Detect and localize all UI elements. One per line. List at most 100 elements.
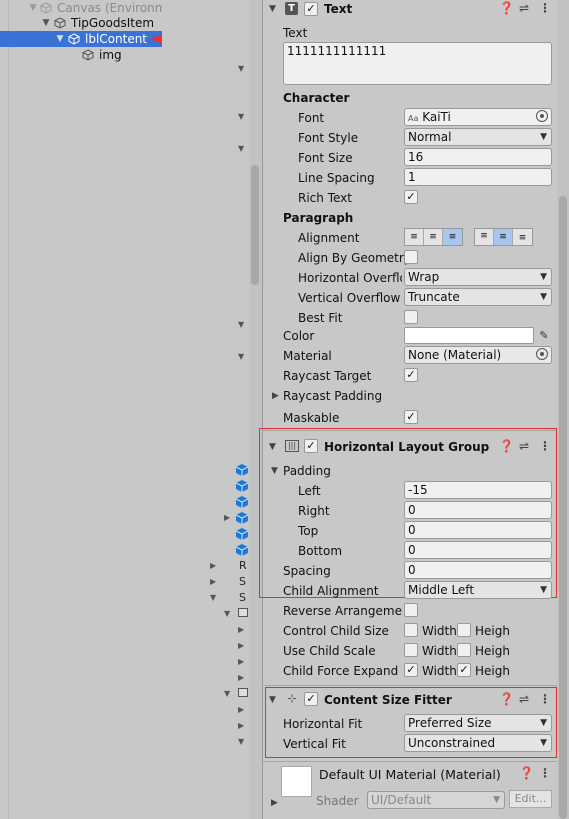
reverse-arrangement-checkbox[interactable] xyxy=(404,603,418,617)
shader-dropdown[interactable]: UI/Default ▼ xyxy=(367,791,505,809)
expand-arrow-icon[interactable]: ▼ xyxy=(224,609,230,618)
expand-arrow-icon[interactable]: ▼ xyxy=(41,15,51,31)
fold-arrow-icon[interactable]: ▼ xyxy=(238,64,244,73)
expand-arrow-icon[interactable]: ▶ xyxy=(238,721,244,730)
control-child-size-height-checkbox[interactable] xyxy=(457,623,471,637)
vertical-fit-dropdown[interactable]: Unconstrained ▼ xyxy=(404,734,552,752)
preset-icon[interactable]: ⇌ xyxy=(519,1,529,15)
raycast-target-checkbox[interactable]: ✓ xyxy=(404,368,418,382)
help-icon[interactable]: ❓ xyxy=(499,1,514,15)
vertical-overflow-label: Vertical Overflow xyxy=(298,291,401,305)
align-right-icon[interactable]: ≡ xyxy=(443,229,462,245)
content-size-fitter-enabled-checkbox[interactable]: ✓ xyxy=(304,692,318,706)
component-fold-arrow-icon[interactable]: ▼ xyxy=(269,4,276,14)
middle-scrollbar-thumb[interactable] xyxy=(251,165,259,285)
align-bottom-icon[interactable]: ≡ xyxy=(513,229,532,245)
horizontal-fit-dropdown[interactable]: Preferred Size ▼ xyxy=(404,714,552,732)
expand-arrow-icon[interactable]: ▶ xyxy=(210,577,216,586)
middle-scrollbar[interactable] xyxy=(249,0,262,819)
more-options-icon[interactable]: ⋮ xyxy=(539,692,551,706)
child-alignment-value: Middle Left xyxy=(408,583,475,597)
font-field[interactable]: Aa KaiTi xyxy=(404,108,552,126)
expand-arrow-icon[interactable]: ▼ xyxy=(210,593,216,602)
padding-right-field[interactable]: 0 xyxy=(404,501,552,519)
expand-arrow-icon[interactable]: ▶ xyxy=(238,625,244,634)
text-content-area[interactable]: 1111111111111 xyxy=(283,42,552,85)
layout-group-enabled-checkbox[interactable]: ✓ xyxy=(304,439,318,453)
hierarchy-row-lblcontent[interactable]: ▼ lblContent xyxy=(0,31,162,47)
rich-text-checkbox[interactable]: ✓ xyxy=(404,190,418,204)
fold-arrow-icon[interactable]: ▼ xyxy=(238,112,244,121)
width-label: Width xyxy=(422,624,457,638)
child-alignment-dropdown[interactable]: Middle Left ▼ xyxy=(404,581,552,599)
best-fit-checkbox[interactable] xyxy=(404,310,418,324)
use-child-scale-label: Use Child Scale xyxy=(283,644,376,658)
hierarchy-row-img[interactable]: img xyxy=(0,47,162,63)
preset-icon[interactable]: ⇌ xyxy=(519,692,529,706)
align-left-icon[interactable]: ≡ xyxy=(405,229,424,245)
expand-arrow-icon[interactable]: ▶ xyxy=(272,391,279,401)
font-style-dropdown[interactable]: Normal ▼ xyxy=(404,128,552,146)
text-component-icon: T xyxy=(285,2,298,15)
spacing-field[interactable]: 0 xyxy=(404,561,552,579)
padding-left-field[interactable]: -15 xyxy=(404,481,552,499)
use-child-scale-height-checkbox[interactable] xyxy=(457,643,471,657)
help-icon[interactable]: ❓ xyxy=(499,692,514,706)
use-child-scale-width-checkbox[interactable] xyxy=(404,643,418,657)
object-picker-icon[interactable] xyxy=(536,348,548,360)
help-icon[interactable]: ❓ xyxy=(519,766,534,780)
material-preview-thumbnail xyxy=(281,766,312,797)
maskable-checkbox[interactable]: ✓ xyxy=(404,410,418,424)
expand-arrow-icon[interactable]: ▼ xyxy=(238,737,244,746)
more-options-icon[interactable]: ⋮ xyxy=(539,1,551,15)
hierarchy-row-canvas[interactable]: ▼ Canvas (Environm xyxy=(0,0,162,16)
expand-arrow-icon[interactable]: ▶ xyxy=(210,561,216,570)
expand-arrow-icon[interactable]: ▼ xyxy=(55,31,65,47)
vertical-overflow-dropdown[interactable]: Truncate ▼ xyxy=(404,288,552,306)
fold-arrow-icon[interactable]: ▼ xyxy=(238,352,244,361)
expand-arrow-icon[interactable]: ▼ xyxy=(28,0,38,16)
preset-icon[interactable]: ⇌ xyxy=(519,439,529,453)
object-picker-icon[interactable] xyxy=(536,110,548,122)
eyedropper-icon[interactable]: ✎ xyxy=(536,327,552,344)
padding-top-field[interactable]: 0 xyxy=(404,521,552,539)
child-force-expand-height-checkbox[interactable]: ✓ xyxy=(457,663,471,677)
expand-arrow-icon[interactable]: ▶ xyxy=(238,641,244,650)
expand-arrow-icon[interactable]: ▶ xyxy=(271,798,278,808)
expand-arrow-icon[interactable]: ▶ xyxy=(238,705,244,714)
padding-bottom-field[interactable]: 0 xyxy=(404,541,552,559)
hierarchy-guide-line xyxy=(8,0,9,819)
line-spacing-field[interactable]: 1 xyxy=(404,168,552,186)
align-center-icon[interactable]: ≡ xyxy=(424,229,443,245)
help-icon[interactable]: ❓ xyxy=(499,439,514,453)
inspector-scrollbar-thumb[interactable] xyxy=(559,196,567,819)
spacing-label: Spacing xyxy=(283,564,331,578)
edit-shader-button[interactable]: Edit... xyxy=(509,790,552,808)
text-enabled-checkbox[interactable]: ✓ xyxy=(304,2,318,16)
more-options-icon[interactable]: ⋮ xyxy=(539,766,551,780)
expand-arrow-icon[interactable]: ▶ xyxy=(238,657,244,666)
child-force-expand-width-checkbox[interactable]: ✓ xyxy=(404,663,418,677)
horizontal-overflow-dropdown[interactable]: Wrap ▼ xyxy=(404,268,552,286)
align-top-icon[interactable]: ≡ xyxy=(475,229,494,245)
font-size-field[interactable]: 16 xyxy=(404,148,552,166)
expand-arrow-icon[interactable]: ▼ xyxy=(271,466,278,476)
align-by-geometry-checkbox[interactable] xyxy=(404,250,418,264)
dropdown-caret-icon: ▼ xyxy=(540,132,547,142)
expand-arrow-icon[interactable]: ▼ xyxy=(224,689,230,698)
vertical-fit-label: Vertical Fit xyxy=(283,737,346,751)
expand-arrow-icon[interactable]: ▶ xyxy=(224,513,230,522)
hierarchy-row-tipgoodsitem[interactable]: ▼ TipGoodsItem xyxy=(0,15,162,31)
control-child-size-width-checkbox[interactable] xyxy=(404,623,418,637)
component-fold-arrow-icon[interactable]: ▼ xyxy=(269,442,276,452)
fold-arrow-icon[interactable]: ▼ xyxy=(238,144,244,153)
more-options-icon[interactable]: ⋮ xyxy=(539,439,551,453)
material-title: Default UI Material (Material) xyxy=(319,767,501,782)
expand-arrow-icon[interactable]: ▶ xyxy=(238,673,244,682)
unity-editor: ▼ Canvas (Environm ▼ TipGoodsItem ▼ lblC… xyxy=(0,0,569,819)
material-field[interactable]: None (Material) xyxy=(404,346,552,364)
fold-arrow-icon[interactable]: ▼ xyxy=(238,320,244,329)
component-fold-arrow-icon[interactable]: ▼ xyxy=(269,695,276,705)
color-swatch[interactable] xyxy=(404,327,534,344)
align-middle-icon[interactable]: ≡ xyxy=(494,229,513,245)
